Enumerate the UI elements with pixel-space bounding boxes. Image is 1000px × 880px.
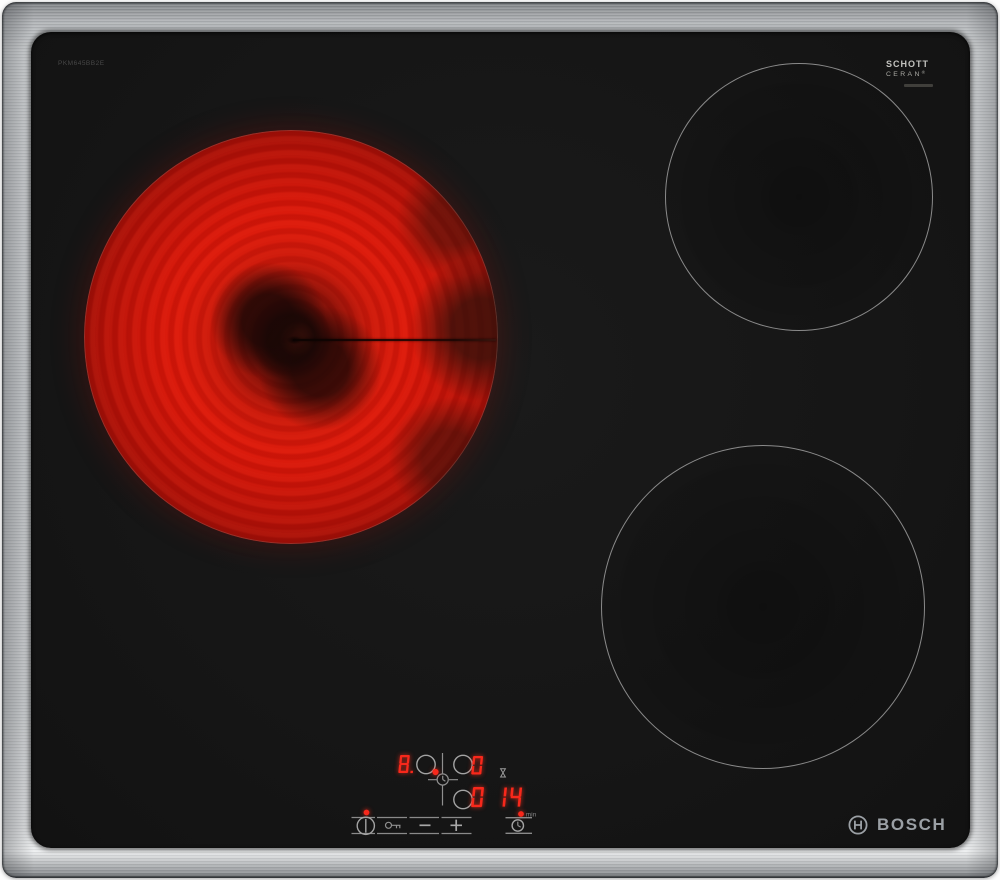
key-lock-icon — [384, 821, 401, 829]
timer-button[interactable] — [505, 817, 533, 834]
hourglass-icon — [499, 768, 507, 778]
back-right-level-display — [471, 756, 484, 775]
registered-mark: ® — [921, 70, 926, 75]
burner-front-right[interactable] — [601, 445, 925, 769]
model-number: PKM645BB2E — [58, 60, 105, 67]
timer-zone-clock-icon — [436, 773, 449, 786]
back-right-zone-ring — [453, 754, 473, 775]
timer-clock-icon — [511, 819, 525, 832]
timer-led — [518, 811, 524, 817]
heating-element-line — [286, 336, 497, 345]
bosch-wordmark: BOSCH — [877, 815, 947, 834]
zone-selector-graphic — [416, 753, 507, 810]
burner-front-left-active[interactable] — [84, 130, 498, 544]
schott-ceran-logo: SCHOTT CERAN® — [886, 60, 938, 87]
child-lock-button[interactable] — [377, 816, 407, 835]
schott-wordmark: SCHOTT — [886, 59, 929, 69]
ceramic-glass-surface: PKM645BB2E SCHOTT CERAN® min BOSCH — [31, 32, 970, 848]
burner-back-right[interactable] — [665, 63, 933, 331]
cooktop-steel-frame: PKM645BB2E SCHOTT CERAN® min BOSCH — [2, 2, 998, 878]
front-right-level-display — [471, 787, 485, 808]
schott-fineprint-line — [904, 84, 933, 87]
control-panel: min — [351, 753, 536, 836]
power-button[interactable] — [351, 816, 376, 836]
ceran-wordmark: CERAN® — [886, 70, 926, 78]
front-right-zone-ring — [453, 789, 473, 810]
power-icon — [356, 816, 376, 836]
plus-icon — [450, 819, 462, 831]
minus-button[interactable] — [409, 816, 440, 835]
bosch-emblem-icon — [848, 815, 868, 835]
front-left-zone-ring — [416, 754, 436, 775]
product-photo: PKM645BB2E SCHOTT CERAN® min BOSCH — [0, 0, 1000, 880]
timer-display — [502, 787, 523, 807]
active-zone-led — [432, 768, 439, 776]
front-left-level-display — [398, 755, 414, 774]
power-led — [363, 809, 370, 816]
plus-button[interactable] — [441, 816, 472, 835]
bosch-logo: BOSCH — [847, 814, 946, 836]
